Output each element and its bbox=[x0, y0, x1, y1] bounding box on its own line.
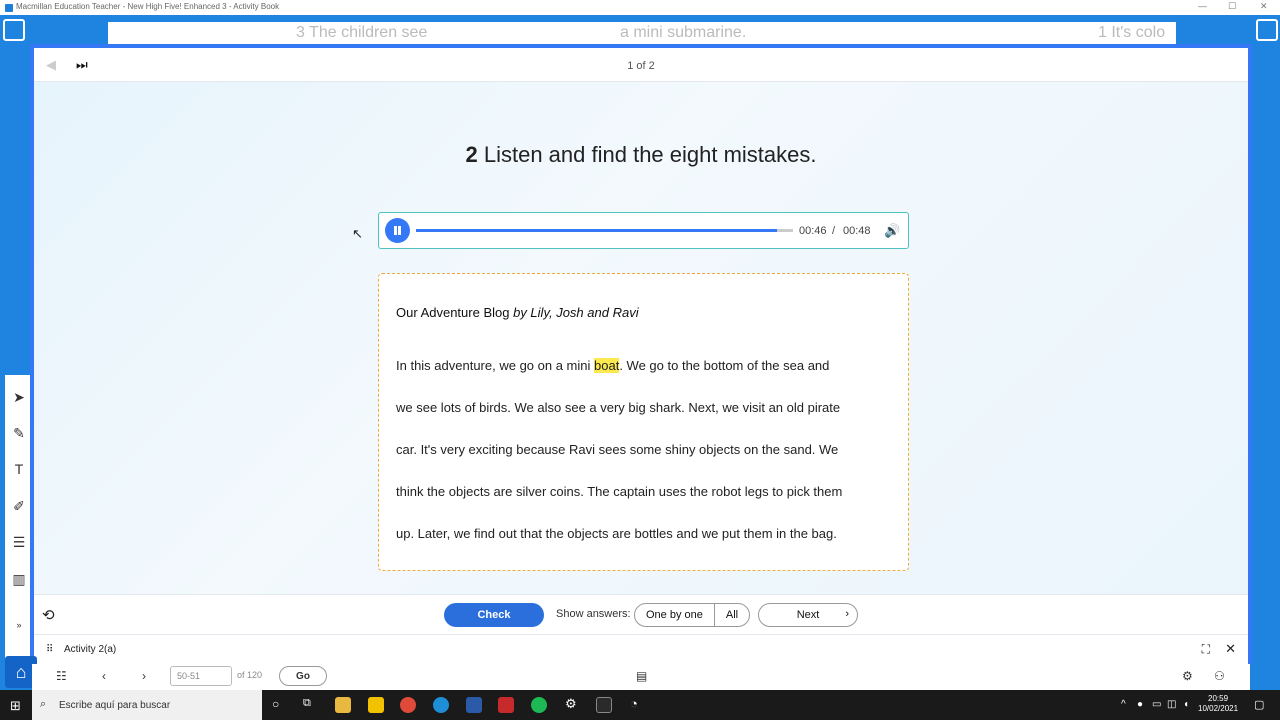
blog-line[interactable]: up. Later, we find out that the objects … bbox=[396, 526, 837, 541]
book-text-mid: a mini submarine. bbox=[620, 24, 747, 41]
show-answers-label: Show answers: bbox=[556, 608, 631, 620]
layout-icon[interactable]: ▥ bbox=[5, 565, 33, 593]
audio-player: 00:46 / 00:48 🔊 bbox=[378, 212, 909, 249]
highlighted-word[interactable]: boat bbox=[594, 358, 620, 373]
search-placeholder: Escribe aquí para buscar bbox=[59, 700, 171, 711]
book-text-left: 3 The children see bbox=[296, 24, 428, 41]
book-navigation: ☷ ‹ › 50-51 of 120 Go ▤ ⚙ ⚇ bbox=[32, 664, 1250, 690]
blog-title: Our Adventure Blog by Lily, Josh and Rav… bbox=[396, 305, 639, 320]
store-icon[interactable] bbox=[368, 697, 384, 713]
tray-network-icon[interactable]: ◫ bbox=[1167, 699, 1176, 710]
mouse-cursor-icon: ↖ bbox=[352, 226, 363, 241]
clock-time: 20:59 bbox=[1208, 694, 1229, 703]
edge-icon[interactable] bbox=[433, 697, 449, 713]
blog-line-text: In this adventure, we go on a mini bbox=[396, 358, 595, 373]
expand-icon[interactable]: » bbox=[5, 611, 33, 639]
blog-authors: by Lily, Josh and Ravi bbox=[513, 305, 639, 320]
tool-rail: ➤ ✎ T ✐ ☰ ▥ » bbox=[5, 375, 33, 660]
thumbnails-icon[interactable]: ☷ bbox=[56, 669, 67, 683]
tray-battery-icon[interactable]: ▭ bbox=[1152, 699, 1161, 710]
reset-icon[interactable]: ⟲ bbox=[42, 606, 55, 624]
settings-app-icon[interactable]: ⚙ bbox=[565, 696, 577, 712]
blog-line-text: . We go to the bottom of the sea and bbox=[619, 358, 830, 373]
tray-volume-icon[interactable]: ◖ bbox=[1183, 699, 1189, 710]
blog-line: In this adventure, we go on a mini boat.… bbox=[396, 358, 829, 373]
book-text-right: 1 It's colo bbox=[1098, 24, 1166, 41]
go-button[interactable]: Go bbox=[279, 666, 327, 686]
chrome-icon[interactable] bbox=[400, 697, 416, 713]
book-icon[interactable]: ▤ bbox=[636, 669, 647, 683]
audio-current-time: 00:46 bbox=[799, 225, 827, 237]
highlighter-icon[interactable]: ✐ bbox=[5, 492, 33, 520]
notifications-icon[interactable]: ▢ bbox=[1254, 698, 1264, 711]
file-explorer-icon[interactable] bbox=[335, 697, 351, 713]
next-page-button[interactable]: › bbox=[142, 669, 146, 683]
blog-text-box: Our Adventure Blog by Lily, Josh and Rav… bbox=[378, 273, 909, 571]
chevron-right-icon: › bbox=[845, 608, 849, 620]
blog-title-text: Our Adventure Blog bbox=[396, 305, 510, 320]
audio-time-separator: / bbox=[832, 225, 836, 237]
app-icon-6[interactable] bbox=[498, 697, 514, 713]
pause-icon[interactable] bbox=[385, 218, 410, 243]
next-button[interactable]: Next › bbox=[758, 603, 858, 627]
menu-icon[interactable] bbox=[3, 19, 25, 41]
page-indicator: 1 of 2 bbox=[627, 60, 655, 72]
blog-line[interactable]: we see lots of birds. We also see a very… bbox=[396, 400, 840, 415]
one-by-one-button[interactable]: One by one bbox=[635, 604, 715, 626]
taskbar-search[interactable]: ⌕ Escribe aquí para buscar bbox=[32, 690, 262, 720]
search-icon: ⌕ bbox=[40, 698, 47, 710]
activity-number: 2 bbox=[465, 142, 478, 167]
minimize-button[interactable]: — bbox=[1198, 1, 1207, 11]
taskbar-clock[interactable]: 20:59 10/02/2021 bbox=[1198, 694, 1238, 714]
activity-heading: 2 Listen and find the eight mistakes. bbox=[34, 142, 1248, 168]
activity-content: 2 Listen and find the eight mistakes. 00… bbox=[34, 82, 1248, 594]
spotify-icon[interactable] bbox=[531, 697, 547, 713]
app-icon-10[interactable]: ◔ bbox=[630, 696, 638, 711]
tray-mic-icon[interactable]: ● bbox=[1137, 699, 1143, 710]
activity-modal: ◀ ⏭ 1 of 2 2 Listen and find the eight m… bbox=[30, 44, 1252, 664]
window-title-bar: Macmillan Education Teacher - New High F… bbox=[0, 0, 1280, 15]
app-icon-5[interactable] bbox=[466, 697, 482, 713]
users-icon[interactable]: ⚇ bbox=[1214, 669, 1225, 683]
next-label: Next bbox=[796, 609, 820, 621]
audio-total-time: 00:48 bbox=[843, 225, 871, 237]
task-view-icon[interactable]: ⧉ bbox=[303, 697, 311, 710]
modal-header: ◀ ⏭ 1 of 2 bbox=[34, 48, 1248, 82]
all-button[interactable]: All bbox=[715, 604, 749, 626]
check-button[interactable]: Check bbox=[444, 603, 544, 627]
fullscreen-icon[interactable]: ⛶ bbox=[1202, 642, 1210, 657]
close-window-button[interactable]: ✕ bbox=[1260, 1, 1268, 12]
panel-icon[interactable] bbox=[1256, 19, 1278, 41]
notes-icon[interactable]: ☰ bbox=[5, 528, 33, 556]
text-tool-icon[interactable]: T bbox=[5, 455, 33, 483]
show-answers-toggle: One by one All bbox=[634, 603, 751, 627]
activity-label: Activity 2(a) bbox=[64, 644, 117, 655]
modal-status-bar: ⠿ Activity 2(a) ⛶ ✕ bbox=[34, 634, 1248, 664]
windows-taskbar: ⊞ ⌕ Escribe aquí para buscar ○ ⧉ ⚙ ◔ ^ ●… bbox=[0, 690, 1280, 720]
pen-icon[interactable]: ✎ bbox=[5, 419, 33, 447]
window-title: Macmillan Education Teacher - New High F… bbox=[16, 2, 280, 11]
page-number-input[interactable]: 50-51 bbox=[170, 666, 232, 686]
activity-footer: ⟲ Check Show answers: One by one All Nex… bbox=[34, 594, 1248, 634]
total-pages: of 120 bbox=[237, 670, 263, 680]
drag-handle-icon[interactable]: ⠿ bbox=[46, 644, 53, 655]
audio-progress-fill bbox=[416, 229, 778, 232]
macmillan-app-icon[interactable] bbox=[596, 697, 612, 713]
clock-date: 10/02/2021 bbox=[1198, 704, 1239, 713]
close-icon[interactable]: ✕ bbox=[1225, 641, 1236, 657]
settings-icon[interactable]: ⚙ bbox=[1182, 669, 1193, 683]
blog-line[interactable]: car. It's very exciting because Ravi see… bbox=[396, 442, 838, 457]
audio-progress-track[interactable] bbox=[416, 229, 793, 232]
activity-instruction: Listen and find the eight mistakes. bbox=[483, 142, 817, 167]
maximize-button[interactable]: ☐ bbox=[1228, 1, 1236, 12]
cortana-icon[interactable]: ○ bbox=[272, 697, 279, 711]
windows-start-icon[interactable]: ⊞ bbox=[10, 698, 21, 714]
prev-page-button[interactable]: ‹ bbox=[102, 669, 106, 683]
blog-line[interactable]: think the objects are silver coins. The … bbox=[396, 484, 842, 499]
volume-icon[interactable]: 🔊 bbox=[884, 223, 900, 239]
pointer-icon[interactable]: ➤ bbox=[5, 383, 33, 411]
tray-chevron-icon[interactable]: ^ bbox=[1121, 699, 1126, 710]
app-icon bbox=[5, 4, 13, 12]
